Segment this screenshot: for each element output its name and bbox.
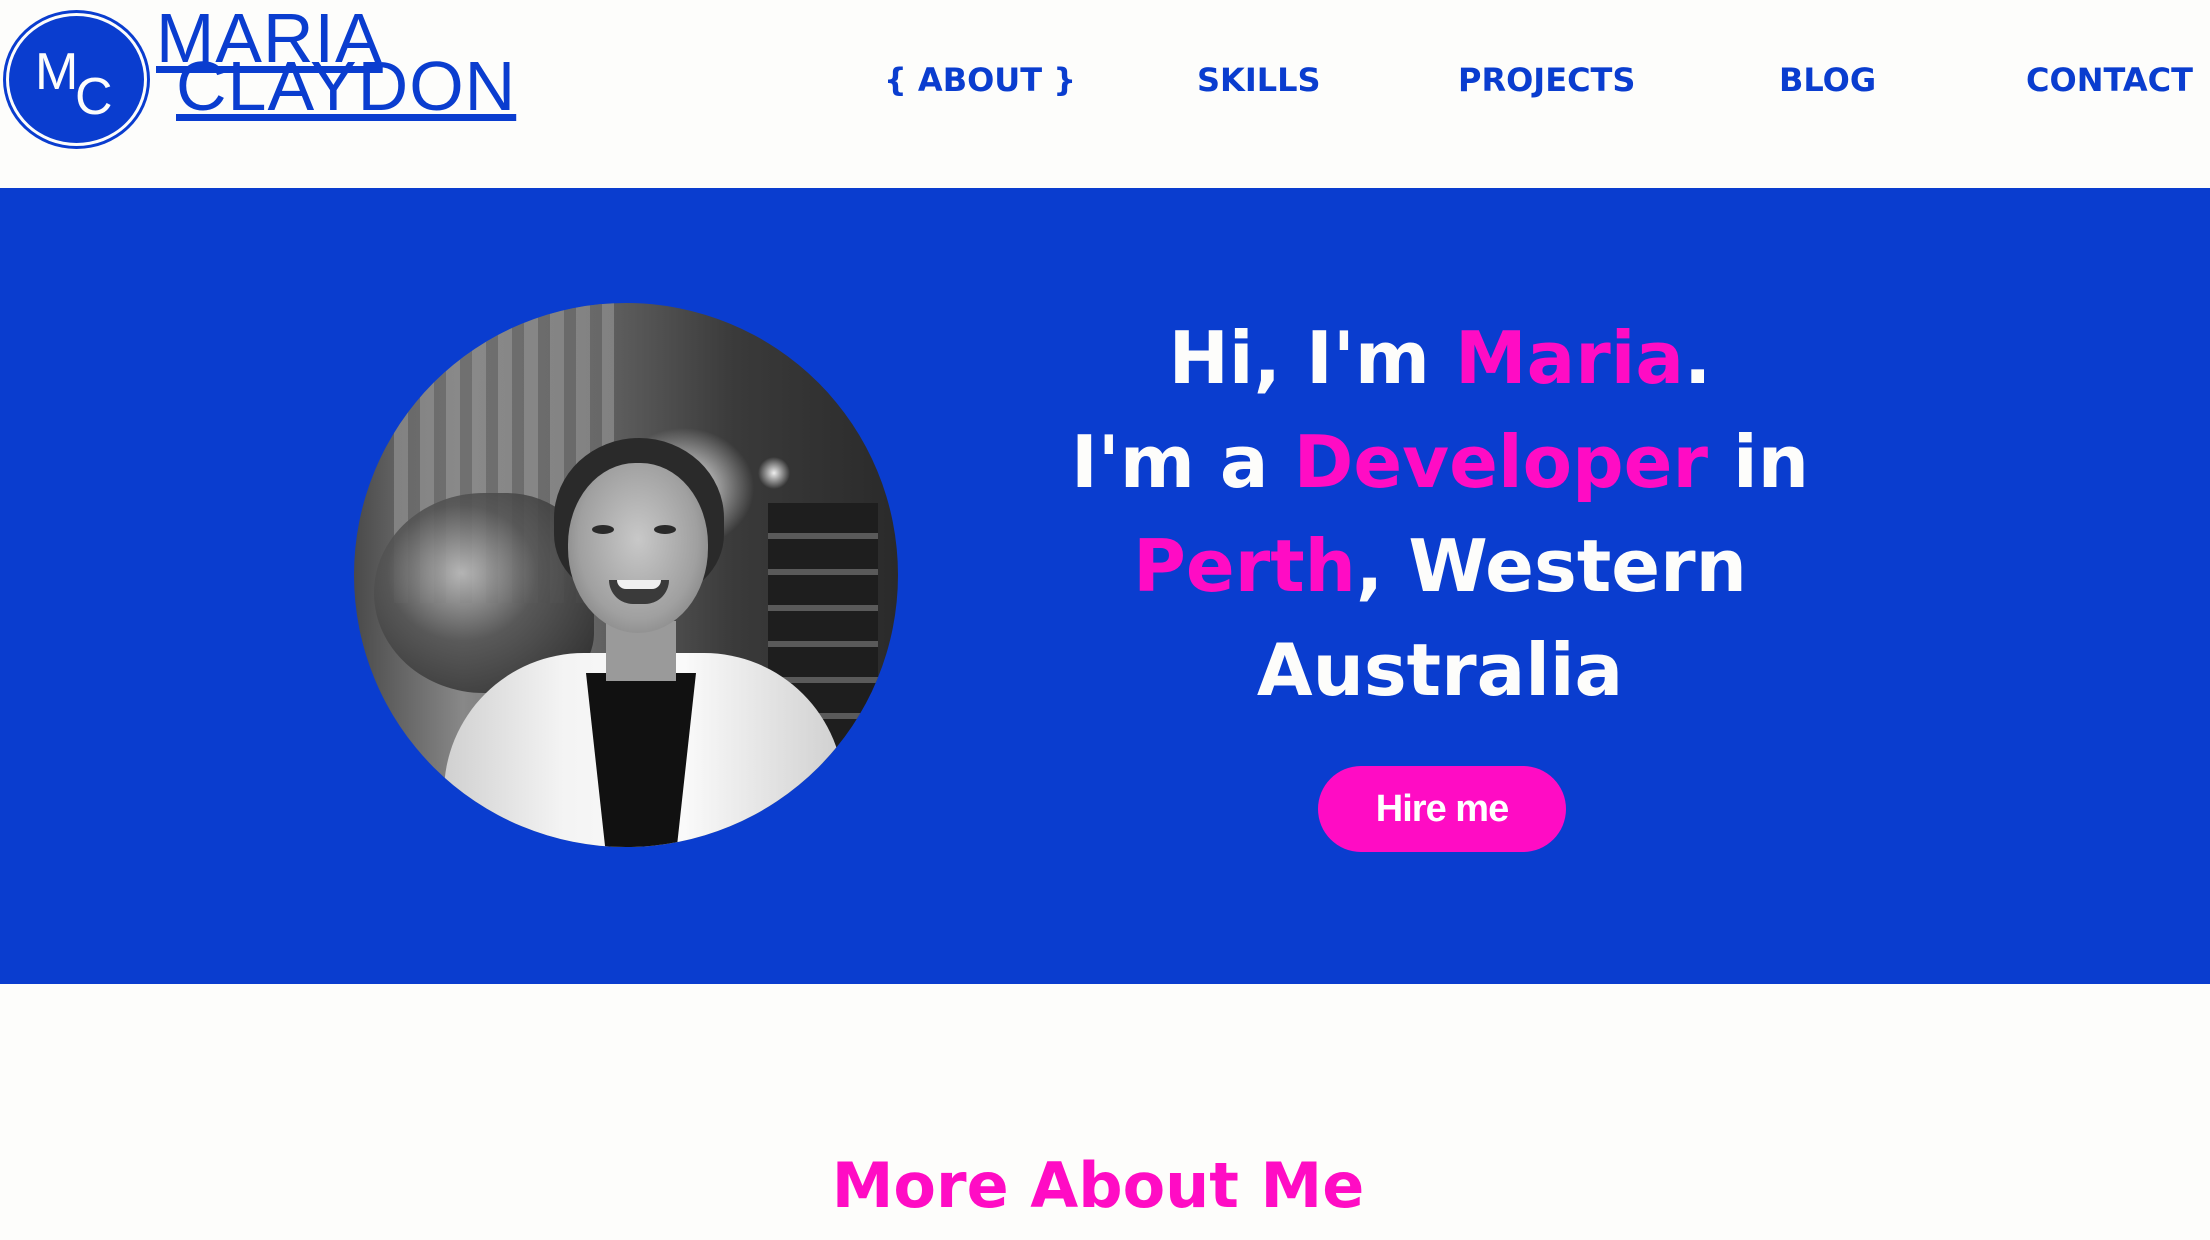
hero-role-prefix: I'm a xyxy=(1071,420,1294,504)
nav-item-blog[interactable]: BLOG xyxy=(1779,58,1876,102)
hire-me-button[interactable]: Hire me xyxy=(1318,766,1566,852)
hero-role: Developer xyxy=(1293,420,1708,504)
hero-region: Australia xyxy=(1256,628,1624,712)
hero-name: Maria xyxy=(1454,316,1684,400)
photo-top xyxy=(586,673,696,847)
hero-heading: Hi, I'm Maria. I'm a Developer in Perth,… xyxy=(1040,306,1840,722)
nav-item-projects[interactable]: PROJECTS xyxy=(1458,58,1635,102)
nav-item-contact[interactable]: CONTACT xyxy=(2026,58,2193,102)
hero-city: Perth xyxy=(1133,524,1356,608)
site-header: M C MARIA CLAYDON { ABOUT } SKILLS PROJE… xyxy=(0,0,2210,188)
photo-face xyxy=(568,463,708,633)
main-nav: { ABOUT } SKILLS PROJECTS BLOG CONTACT xyxy=(0,58,2210,102)
nav-item-about[interactable]: { ABOUT } xyxy=(884,58,1076,102)
profile-photo xyxy=(354,303,898,847)
photo-eye-left xyxy=(592,525,614,534)
hero-greeting-suffix: . xyxy=(1683,316,1712,400)
hero-role-suffix: in xyxy=(1707,420,1809,504)
nav-item-skills[interactable]: SKILLS xyxy=(1197,58,1321,102)
more-about-me-heading: More About Me xyxy=(831,1149,1365,1222)
hero-greeting-prefix: Hi, I'm xyxy=(1168,316,1455,400)
hero-section: Hi, I'm Maria. I'm a Developer in Perth,… xyxy=(0,188,2210,984)
hero-city-suffix: , Western xyxy=(1355,524,1747,608)
photo-eye-right xyxy=(654,525,676,534)
